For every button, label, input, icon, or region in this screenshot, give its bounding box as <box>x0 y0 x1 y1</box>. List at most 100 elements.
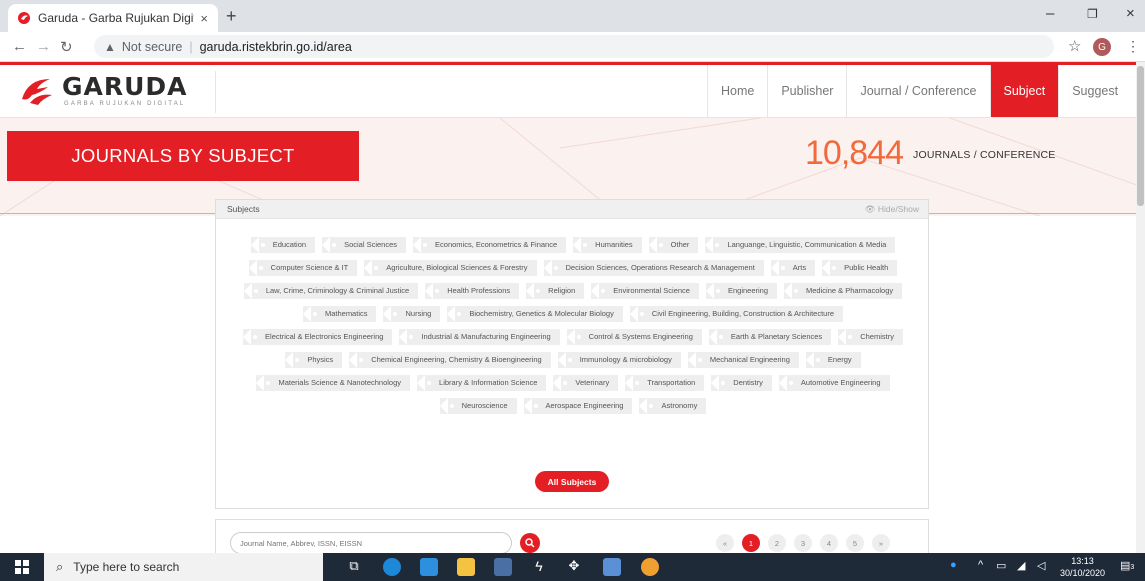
subject-tag[interactable]: Environmental Science <box>591 283 699 299</box>
file-explorer-icon[interactable] <box>457 558 475 576</box>
subject-tag[interactable]: Humanities <box>573 237 642 253</box>
search-button[interactable] <box>520 533 540 553</box>
subject-tag[interactable]: Physics <box>285 352 343 368</box>
start-button[interactable] <box>0 553 44 581</box>
taskbar-search[interactable]: ⌕ Type here to search <box>44 553 323 581</box>
nav-suggest[interactable]: Suggest <box>1058 65 1131 117</box>
subject-tag[interactable]: Economics, Econometrics & Finance <box>413 237 567 253</box>
subject-tag[interactable]: Chemical Engineering, Chemistry & Bioeng… <box>349 352 551 368</box>
subject-tag[interactable]: Veterinary <box>553 375 619 391</box>
subject-tag[interactable]: Chemistry <box>838 329 903 345</box>
page-scrollbar[interactable] <box>1136 62 1145 553</box>
chrome-icon[interactable] <box>641 558 659 576</box>
subject-tag[interactable]: Aerospace Engineering <box>523 398 633 414</box>
all-subjects-button[interactable]: All Subjects <box>535 471 609 492</box>
notification-count: 3 <box>1130 564 1135 571</box>
subject-tag[interactable]: Languange, Linguistic, Communication & M… <box>705 237 896 253</box>
window-close-icon[interactable]: × <box>1126 5 1135 22</box>
subject-tag[interactable]: Materials Science & Nanotechnology <box>256 375 411 391</box>
subject-tag[interactable]: Biochemistry, Genetics & Molecular Biolo… <box>447 306 623 322</box>
menu-kebab-icon[interactable]: ⋮ <box>1126 38 1140 55</box>
browser-tab[interactable]: Garuda - Garba Rujukan Digital × <box>8 4 218 32</box>
nav-journal-conference[interactable]: Journal / Conference <box>846 65 989 117</box>
subject-tag[interactable]: Electrical & Electronics Engineering <box>243 329 393 345</box>
subject-tag[interactable]: Astronomy <box>639 398 707 414</box>
subject-tag[interactable]: Other <box>648 237 699 253</box>
subject-tag[interactable]: Civil Engineering, Building, Constructio… <box>629 306 844 322</box>
volume-icon[interactable]: ◁ <box>1037 559 1045 572</box>
minimize-icon[interactable]: – <box>1046 5 1054 22</box>
nav-publisher[interactable]: Publisher <box>767 65 846 117</box>
browser-tab-bar: Garuda - Garba Rujukan Digital × + – ❐ × <box>0 0 1145 32</box>
system-clock[interactable]: 13:13 30/10/2020 <box>1060 555 1105 579</box>
subject-tag[interactable]: Earth & Planetary Sciences <box>708 329 832 345</box>
page-button[interactable]: 1 <box>742 534 760 552</box>
dropbox-icon[interactable]: ✥ <box>565 558 583 576</box>
forward-arrow-icon[interactable]: → <box>36 38 51 55</box>
subject-tag[interactable]: Education <box>250 237 316 253</box>
warning-icon: ▲ <box>104 39 116 54</box>
subject-tag[interactable]: Public Health <box>822 260 898 276</box>
restore-icon[interactable]: ❐ <box>1087 7 1098 21</box>
subject-tag[interactable]: Arts <box>770 260 816 276</box>
subject-tag[interactable]: Control & Systems Engineering <box>566 329 702 345</box>
subject-tag[interactable]: Library & Information Science <box>417 375 547 391</box>
task-view-icon[interactable]: ⧉ <box>345 558 363 576</box>
new-tab-button[interactable]: + <box>226 6 237 27</box>
subject-tag[interactable]: Agriculture, Biological Sciences & Fores… <box>364 260 537 276</box>
subject-tag[interactable]: Medicine & Pharmacology <box>784 283 903 299</box>
scrollbar-thumb[interactable] <box>1137 66 1144 206</box>
garuda-bird-icon <box>22 79 52 105</box>
subjects-panel-header: Subjects 👁 Hide/Show <box>216 200 928 219</box>
subject-tag-list: Education Social Sciences Economics, Econo… <box>234 237 912 414</box>
lightning-app-icon[interactable]: ϟ <box>530 558 548 576</box>
site-logo[interactable]: GARUDA GARBA RUJUKAN DIGITAL <box>20 71 216 113</box>
calendar-app-icon[interactable] <box>603 558 621 576</box>
next-page-button[interactable]: » <box>872 534 890 552</box>
nav-home[interactable]: Home <box>707 65 767 117</box>
page-button[interactable]: 4 <box>820 534 838 552</box>
subject-tag[interactable]: Energy <box>805 352 861 368</box>
profile-avatar[interactable]: G <box>1093 38 1111 56</box>
webpage: GARUDA GARBA RUJUKAN DIGITAL Home Publis… <box>0 62 1145 553</box>
subject-tag[interactable]: Social Sciences <box>322 237 407 253</box>
bookmark-star-icon[interactable]: ☆ <box>1068 37 1081 55</box>
eye-icon: 👁 <box>864 204 878 214</box>
subject-tag[interactable]: Neuroscience <box>439 398 517 414</box>
pagination: « 1 2 3 4 5 » <box>716 534 890 552</box>
subject-tag[interactable]: Transportation <box>625 375 705 391</box>
mail-icon[interactable] <box>420 558 438 576</box>
subject-tag[interactable]: Nursing <box>383 306 441 322</box>
notification-center-icon[interactable]: ▤3 <box>1120 559 1134 572</box>
tray-chevron-icon[interactable]: ^ <box>978 559 983 571</box>
subject-tag[interactable]: Immunology & microbiology <box>557 352 681 368</box>
address-separator: | <box>189 39 193 54</box>
back-arrow-icon[interactable]: ← <box>12 38 27 55</box>
subject-tag[interactable]: Automotive Engineering <box>778 375 890 391</box>
journal-search-input[interactable] <box>230 532 512 553</box>
prev-page-button[interactable]: « <box>716 534 734 552</box>
hide-show-toggle[interactable]: 👁 Hide/Show <box>865 204 919 215</box>
subject-tag[interactable]: Law, Crime, Criminology & Criminal Justi… <box>243 283 419 299</box>
battery-icon[interactable]: ▭ <box>996 559 1006 572</box>
tab-close-icon[interactable]: × <box>200 11 208 26</box>
reload-icon[interactable]: ↻ <box>60 38 73 56</box>
page-button[interactable]: 3 <box>794 534 812 552</box>
subject-tag[interactable]: Dentistry <box>711 375 772 391</box>
subject-tag[interactable]: Health Professions <box>425 283 520 299</box>
subject-tag[interactable]: Industrial & Manufacturing Engineering <box>399 329 560 345</box>
edge-icon[interactable] <box>383 558 401 576</box>
subject-tag[interactable]: Mathematics <box>302 306 377 322</box>
page-button[interactable]: 2 <box>768 534 786 552</box>
network-icon[interactable]: ◢ <box>1017 559 1025 572</box>
page-button[interactable]: 5 <box>846 534 864 552</box>
subject-tag[interactable]: Religion <box>526 283 585 299</box>
subject-tag[interactable]: Engineering <box>705 283 778 299</box>
subject-tag[interactable]: Computer Science & IT <box>248 260 358 276</box>
subject-tag[interactable]: Decision Sciences, Operations Research &… <box>543 260 764 276</box>
subject-tag[interactable]: Mechanical Engineering <box>687 352 799 368</box>
store-icon[interactable] <box>494 558 512 576</box>
nav-subject[interactable]: Subject <box>989 65 1059 117</box>
address-bar[interactable]: ▲ Not secure | garuda.ristekbrin.go.id/a… <box>94 35 1054 58</box>
help-icon[interactable]: ● <box>950 559 957 571</box>
